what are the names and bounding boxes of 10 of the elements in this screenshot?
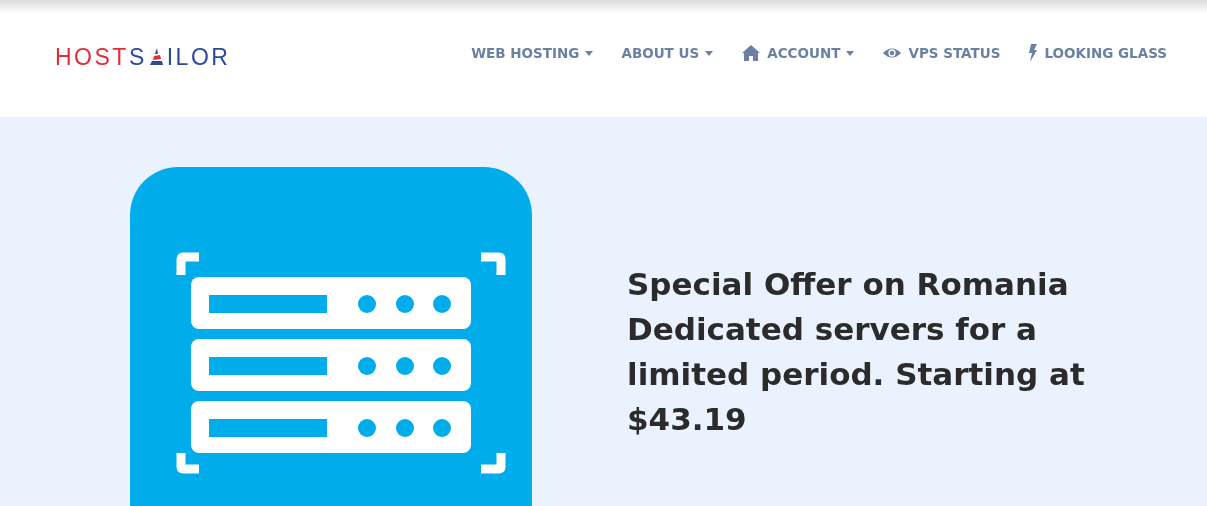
sail-icon bbox=[147, 46, 164, 68]
nav-link[interactable]: VPS STATUS bbox=[882, 42, 1001, 64]
nav-link[interactable]: ACCOUNT bbox=[741, 42, 855, 64]
lightning-icon bbox=[1028, 44, 1039, 62]
logo[interactable]: HOSTS ILOR bbox=[55, 44, 231, 70]
home-icon bbox=[741, 44, 762, 62]
nav-link[interactable]: LOOKING GLASS bbox=[1028, 42, 1167, 64]
nav-link[interactable]: ABOUT US bbox=[621, 42, 714, 64]
nav-link[interactable]: WEB HOSTING bbox=[471, 42, 594, 64]
hero-headline: Special Offer on Romania Dedicated servers for a limited period. Starting at $43.19 bbox=[627, 265, 1086, 439]
